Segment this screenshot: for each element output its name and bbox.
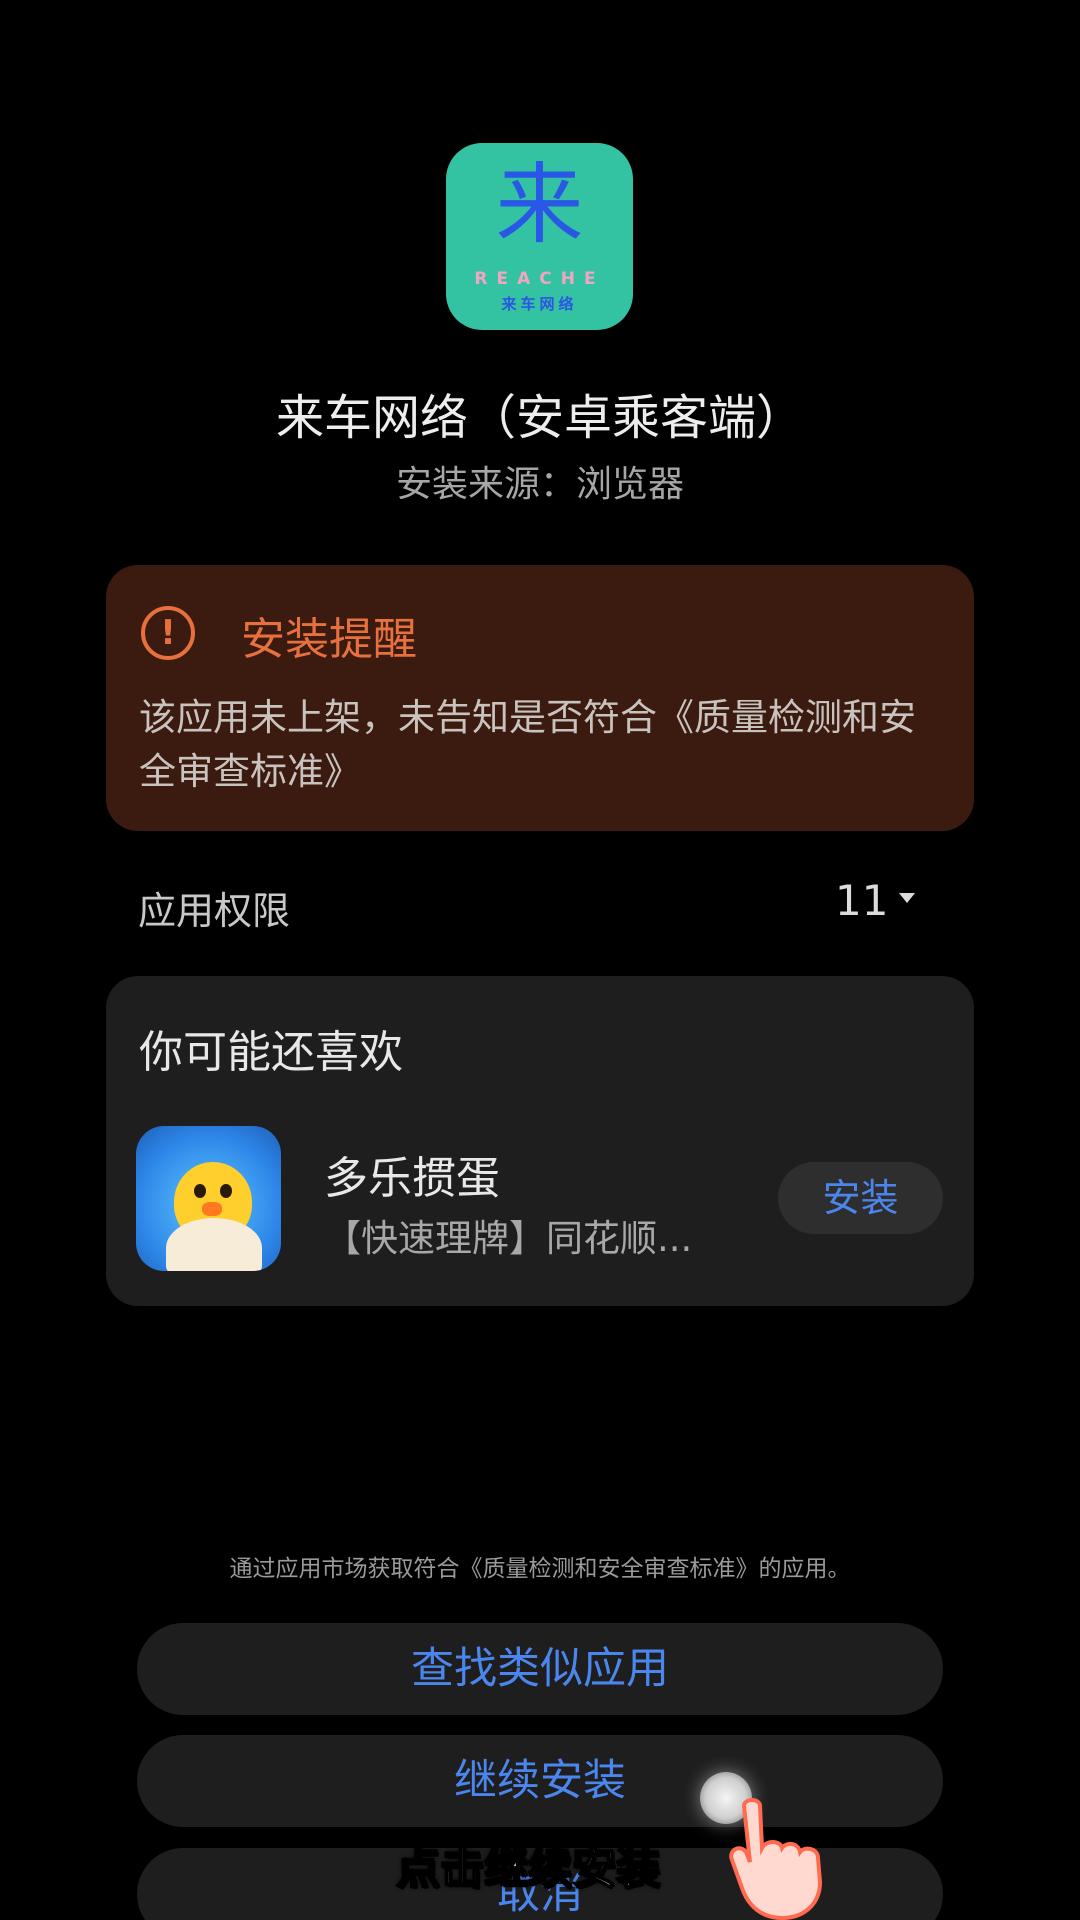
tutorial-hint: 点击继续安装 [395, 1842, 661, 1895]
recommended-app-desc: 【快速理牌】同花顺... [324, 1217, 693, 1260]
install-source: 安装来源：浏览器 [395, 464, 684, 505]
eggshell-shape [166, 1218, 262, 1271]
find-similar-button[interactable]: 查找类似应用 [137, 1623, 943, 1715]
chick-eye-left [194, 1184, 206, 1198]
chick-beak [202, 1202, 222, 1216]
app-icon-brand-cn: 来车网络 [501, 295, 578, 313]
recommendation-heading: 你可能还喜欢 [139, 1027, 403, 1078]
install-warning-card: ! 安装提醒 该应用未上架，未告知是否符合《质量检测和安全审查标准》 [106, 565, 974, 831]
chick-eye-right [220, 1184, 232, 1198]
permissions-label[interactable]: 应用权限 [138, 880, 290, 935]
app-name: 来车网络（安卓乘客端） [275, 390, 804, 446]
recommendation-card: 你可能还喜欢 多乐掼蛋 【快速理牌】同花顺... 安装 [106, 976, 974, 1306]
footer-note: 通过应用市场获取符合《质量检测和安全审查标准》的应用。 [229, 1556, 851, 1582]
recommended-app-name[interactable]: 多乐掼蛋 [324, 1142, 500, 1206]
warning-title: 安装提醒 [241, 614, 417, 665]
dropdown-arrow-icon[interactable] [899, 893, 915, 903]
app-icon-glyph: 来 [495, 153, 584, 256]
app-icon-brand: REACHE [474, 269, 605, 289]
permissions-count[interactable]: 11 [835, 876, 888, 925]
install-confirmation-screen: 来 REACHE 来车网络 来车网络（安卓乘客端） 安装来源：浏览器 ! 安装提… [0, 0, 1080, 1920]
game-app-icon[interactable] [136, 1126, 281, 1271]
app-icon: 来 REACHE 来车网络 [446, 143, 633, 330]
pointing-hand-icon [729, 1798, 823, 1920]
exclamation-icon: ! [141, 606, 195, 660]
install-button[interactable]: 安装 [778, 1162, 943, 1234]
warning-body: 该应用未上架，未告知是否符合《质量检测和安全审查标准》 [139, 696, 916, 793]
